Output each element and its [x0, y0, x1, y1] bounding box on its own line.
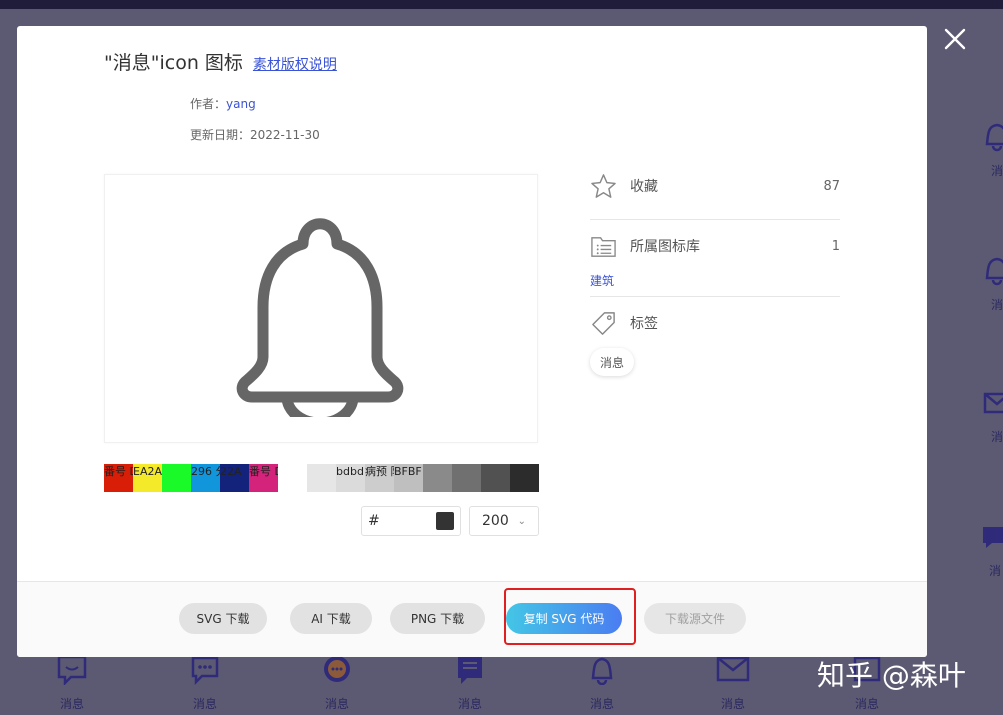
star-icon: [591, 173, 616, 198]
library-link[interactable]: 建筑: [590, 272, 614, 289]
color-swatch[interactable]: [452, 464, 481, 492]
bg-icon-label: 消: [990, 298, 1003, 312]
size-select[interactable]: 200 ⌄: [469, 506, 539, 536]
author-link[interactable]: yang: [226, 97, 256, 111]
hex-prefix: #: [368, 513, 380, 529]
icon-title: "消息"icon 图标: [104, 52, 243, 74]
bg-mail-icon-2[interactable]: 消息: [716, 655, 750, 712]
title-row: "消息"icon 图标 素材版权说明: [104, 48, 337, 75]
highlight-annotation: [504, 588, 636, 645]
bg-icon-label: 消息: [192, 697, 217, 711]
watermark: 知乎 @森叶: [817, 659, 966, 692]
bell-icon: [236, 218, 404, 417]
svg-download-button[interactable]: SVG 下载: [179, 603, 267, 634]
bg-bell-icon-2[interactable]: 消: [982, 252, 1003, 313]
close-icon[interactable]: [940, 24, 970, 54]
color-palette: 番号 D81E EA2A 型 296 分贝 22A 番号 D423 bdbd 的…: [104, 464, 539, 492]
icon-preview: [104, 174, 538, 443]
color-swatch[interactable]: [278, 464, 307, 492]
divider: [590, 219, 840, 220]
color-swatch[interactable]: [423, 464, 452, 492]
top-nav-bar: [0, 0, 1003, 9]
bg-icon-label: 消: [990, 430, 1003, 444]
color-swatch[interactable]: 22A: [220, 464, 249, 492]
color-swatch[interactable]: 病预 防控: [365, 464, 394, 492]
divider: [590, 296, 840, 297]
icon-detail-modal: "消息"icon 图标 素材版权说明 作者：yang 更新日期：2022-11-…: [17, 26, 927, 657]
bg-note-bubble-icon[interactable]: 消息: [455, 655, 485, 712]
bg-icon-label: 消: [988, 564, 1001, 578]
current-color-chip[interactable]: [436, 512, 454, 530]
bg-chat-bubble-icon[interactable]: 消息: [57, 655, 87, 712]
png-download-button[interactable]: PNG 下载: [390, 603, 485, 634]
author-line: 作者：yang: [190, 95, 256, 112]
tags-label: 标签: [630, 316, 658, 332]
hex-color-input[interactable]: #: [361, 506, 461, 536]
favorite-row[interactable]: 收藏 87: [590, 171, 840, 201]
tags-row: 标签: [590, 308, 840, 338]
bg-bell-icon[interactable]: 消: [982, 118, 1003, 179]
bg-icon-label: 消息: [720, 697, 745, 711]
bg-chat-icon[interactable]: 消: [980, 522, 1003, 579]
favorite-count: 87: [823, 178, 840, 194]
size-value: 200: [482, 513, 509, 529]
bg-icon-label: 消息: [324, 697, 349, 711]
bg-icon-label: 消息: [589, 697, 614, 711]
bg-smile-bubble-icon[interactable]: 消息: [322, 655, 352, 712]
color-swatch[interactable]: [481, 464, 510, 492]
library-row: 所属图标库 1: [590, 231, 840, 261]
color-swatch[interactable]: [510, 464, 539, 492]
bg-message-icon[interactable]: 消息: [190, 655, 220, 712]
library-count: 1: [831, 238, 840, 254]
folder-list-icon: [591, 236, 616, 257]
ai-download-button[interactable]: AI 下载: [290, 603, 372, 634]
date-line: 更新日期：2022-11-30: [190, 126, 320, 143]
bg-icon-label: 消息: [59, 697, 84, 711]
color-swatch[interactable]: 296 分贝: [191, 464, 220, 492]
bg-bell-icon-3[interactable]: 消息: [587, 655, 617, 712]
color-swatch[interactable]: bdbd 的: [336, 464, 365, 492]
date-label: 更新日期：: [190, 128, 251, 142]
update-date: 2022-11-30: [250, 128, 320, 142]
bg-icon-label: 消息: [457, 697, 482, 711]
color-swatch[interactable]: EA2A 型: [133, 464, 162, 492]
color-swatch[interactable]: 番号 D423: [249, 464, 278, 492]
tag-chip[interactable]: 消息: [590, 348, 635, 376]
color-swatch[interactable]: [307, 464, 336, 492]
author-label: 作者：: [190, 97, 227, 111]
bg-icon-label: 消: [990, 164, 1003, 178]
tag-icon: [592, 311, 615, 335]
library-label: 所属图标库: [630, 239, 700, 255]
chevron-down-icon: ⌄: [517, 515, 526, 527]
bg-icon-label: 消息: [854, 697, 879, 711]
bg-mail-icon[interactable]: 消: [982, 388, 1003, 445]
color-swatch[interactable]: [162, 464, 191, 492]
download-source-button[interactable]: 下载源文件: [644, 603, 746, 634]
color-swatch[interactable]: BFBF 的: [394, 464, 423, 492]
color-swatch[interactable]: 番号 D81E: [104, 464, 133, 492]
license-link[interactable]: 素材版权说明: [253, 54, 337, 74]
favorite-label: 收藏: [630, 179, 658, 195]
